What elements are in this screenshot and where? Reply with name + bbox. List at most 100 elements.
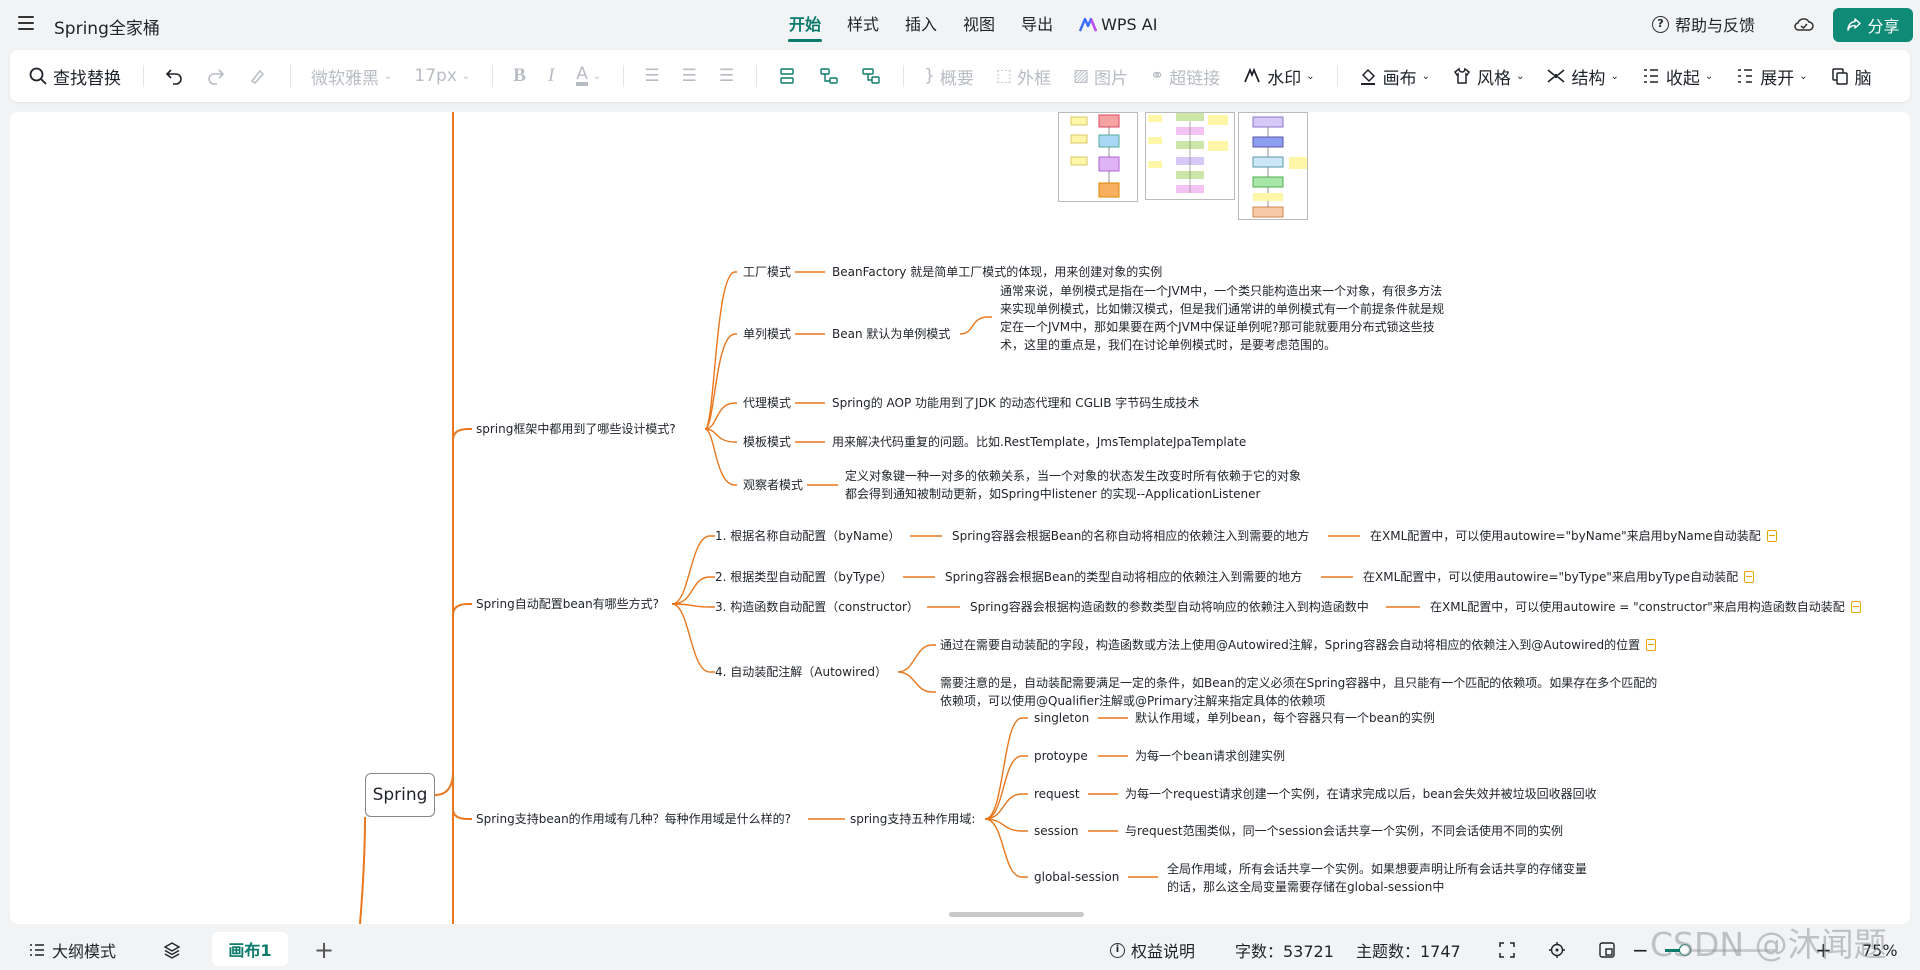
topic-factory-pattern[interactable]: 工厂模式 [743,264,791,280]
zoom-out-button[interactable]: − [1632,930,1649,970]
topic-constructor-xml[interactable]: 在XML配置中，可以使用autowire = "constructor"来启用构… [1430,599,1861,615]
collapse-button[interactable]: 收起 ⌄ [1641,64,1713,89]
toolbar-divider [623,65,625,87]
note-icon[interactable] [1744,571,1755,583]
font-size-select[interactable]: 17px ⌄ [414,66,470,86]
topic-scope-singleton-desc[interactable]: 默认作用域，单列bean，每个容器只有一个bean的实例 [1135,710,1435,726]
insert-sibling-button[interactable] [777,66,797,86]
find-replace-button[interactable]: 查找替换 [28,64,121,89]
topic-bytype-xml[interactable]: 在XML配置中，可以使用autowire="byType"来启用byType自动… [1363,569,1755,585]
tab-wps-ai[interactable]: WPS AI [1066,0,1170,50]
topic-scope-session-desc[interactable]: 与request范围类似，同一个session会话共享一个实例，不同会话使用不同… [1125,823,1563,839]
note-icon[interactable] [1646,639,1657,651]
hyperlink-button[interactable]: ⚭ 超链接 [1150,64,1220,89]
insert-parent-button[interactable] [861,66,881,86]
horizontal-scrollbar[interactable] [949,912,1084,917]
topic-scope-prototype-desc[interactable]: 为每一个bean请求创建实例 [1135,748,1285,764]
topic-scope-global-session[interactable]: global-session [1034,869,1119,885]
locate-button[interactable] [1548,930,1566,970]
topic-scope-request[interactable]: request [1034,786,1080,802]
topic-singleton-pattern[interactable]: 单列模式 [743,326,791,342]
topic-autowired-desc2[interactable]: 需要注意的是，自动装配需要满足一定的条件，如Bean的定义必须在Spring容器… [940,674,1660,710]
topic-observer-desc[interactable]: 定义对象键一种一对多的依赖关系，当一个对象的状态发生改变时所有依赖于它的对象都会… [845,467,1305,503]
outline-icon [30,944,44,956]
topic-scope-prototype[interactable]: protoype [1034,748,1088,764]
chevron-down-icon: ⌄ [384,70,393,82]
search-icon [29,67,47,85]
topic-singleton-desc[interactable]: Bean 默认为单例模式 [832,326,950,342]
help-feedback-button[interactable]: ? 帮助与反馈 [1652,12,1755,36]
topic-proxy-pattern[interactable]: 代理模式 [743,395,791,411]
structure-button[interactable]: 结构 ⌄ [1546,64,1619,89]
rights-button[interactable]: i 权益说明 [1110,930,1195,970]
topic-autowire-question[interactable]: Spring自动配置bean有哪些方式? [476,596,659,612]
topic-factory-desc[interactable]: BeanFactory 就是简单工厂模式的体现，用来创建对象的实例 [832,264,1162,280]
redo-button[interactable] [206,66,226,86]
align-left-button[interactable]: ☰ [644,66,659,86]
image-button[interactable]: ▨ 图片 [1073,64,1128,89]
flowchart-image[interactable] [1145,112,1235,200]
outline-mode-button[interactable]: 大纲模式 [28,930,116,970]
document-title[interactable]: Spring全家桶 [54,14,160,39]
add-sheet-button[interactable]: + [314,930,334,970]
topic-byname-desc[interactable]: Spring容器会根据Bean的名称自动将相应的依赖注入到需要的地方 [952,528,1309,544]
root-topic-spring[interactable]: Spring [365,773,435,817]
topic-autowired-annotation[interactable]: 4. 自动装配注解（Autowired） [715,664,887,680]
note-icon[interactable] [1766,530,1777,542]
topic-scope-request-desc[interactable]: 为每一个request请求创建一个实例，在请求完成以后，bean会失效并被垃圾回… [1125,786,1597,802]
topic-bytype-desc[interactable]: Spring容器会根据Bean的类型自动将相应的依赖注入到需要的地方 [945,569,1302,585]
sheet-tab-canvas1[interactable]: 画布1 [212,932,288,966]
topic-scope-global-session-desc[interactable]: 全局作用域，所有会话共享一个实例。如果想要声明让所有会话共享的存储变量的话，那么… [1167,860,1597,896]
layers-icon [163,942,181,959]
summary-button[interactable]: } 概要 [924,64,974,89]
topic-constructor-desc[interactable]: Spring容器会根据构造函数的参数类型自动将响应的依赖注入到构造函数中 [970,599,1369,615]
structure-label: 结构 [1571,68,1606,89]
brain-button[interactable]: 脑 [1830,64,1872,89]
format-painter-button[interactable] [248,66,268,86]
topic-proxy-desc[interactable]: Spring的 AOP 功能用到了JDK 的动态代理和 CGLIB 字节码生成技… [832,395,1199,411]
italic-button[interactable]: I [548,65,554,87]
topic-scope-five[interactable]: spring支持五种作用域: [850,811,975,827]
flowchart-image[interactable] [1058,112,1138,202]
mindmap-canvas[interactable]: Spring spring框架中都用到了哪些设计模式? 工厂模式 BeanFac… [10,112,1910,924]
topic-autowired-desc1[interactable]: 通过在需要自动装配的字段，构造函数或方法上使用@Autowired注解，Spri… [940,637,1657,653]
layers-button[interactable] [163,930,181,970]
topic-observer-pattern[interactable]: 观察者模式 [743,477,803,493]
toolbar-divider [903,65,905,87]
tab-insert[interactable]: 插入 [892,0,950,50]
topic-bytype[interactable]: 2. 根据类型自动配置（byType） [715,569,893,585]
tab-export[interactable]: 导出 [1008,0,1066,50]
style-button[interactable]: 风格 ⌄ [1452,64,1524,89]
align-right-button[interactable]: ☰ [719,66,734,86]
fullscreen-button[interactable] [1498,930,1516,970]
font-color-button[interactable]: A ⌄ [576,66,601,86]
topic-scope-question[interactable]: Spring支持bean的作用域有几种？每种作用域是什么样的? [476,811,791,827]
align-center-button[interactable]: ☰ [682,66,697,86]
topic-scope-session[interactable]: session [1034,823,1078,839]
topic-design-patterns[interactable]: spring框架中都用到了哪些设计模式? [476,421,676,437]
tab-view[interactable]: 视图 [950,0,1008,50]
topic-constructor[interactable]: 3. 构造函数自动配置（constructor） [715,599,919,615]
topic-template-desc[interactable]: 用来解决代码重复的问题。比如.RestTemplate，JmsTemplateJ… [832,434,1246,450]
watermark-button[interactable]: 水印 ⌄ [1242,64,1315,89]
topic-byname[interactable]: 1. 根据名称自动配置（byName） [715,528,900,544]
share-button[interactable]: 分享 [1833,8,1913,42]
font-family-select[interactable]: 微软雅黑 ⌄ [311,64,392,89]
expand-button[interactable]: 展开 ⌄ [1735,64,1808,89]
topic-scope-singleton[interactable]: singleton [1034,710,1089,726]
tab-start[interactable]: 开始 [776,0,834,50]
topic-byname-xml[interactable]: 在XML配置中，可以使用autowire="byName"来启用byName自动… [1370,528,1777,544]
bold-button[interactable]: B [513,65,526,87]
canvas-button[interactable]: 画布 ⌄ [1358,64,1430,89]
insert-child-button[interactable] [819,66,839,86]
tab-style[interactable]: 样式 [834,0,892,50]
topic-template-pattern[interactable]: 模板模式 [743,434,791,450]
menu-icon[interactable] [18,16,34,30]
undo-button[interactable] [164,66,184,86]
note-icon[interactable] [1850,601,1861,613]
cloud-saved-icon[interactable] [1794,16,1814,32]
frame-button[interactable]: ⬚ 外框 [996,64,1051,89]
topic-singleton-extra[interactable]: 通常来说，单例模式是指在一个JVM中，一个类只能构造出来一个对象，有很多方法来实… [1000,282,1450,354]
minimap-button[interactable] [1598,930,1616,970]
flowchart-image[interactable] [1238,112,1308,220]
